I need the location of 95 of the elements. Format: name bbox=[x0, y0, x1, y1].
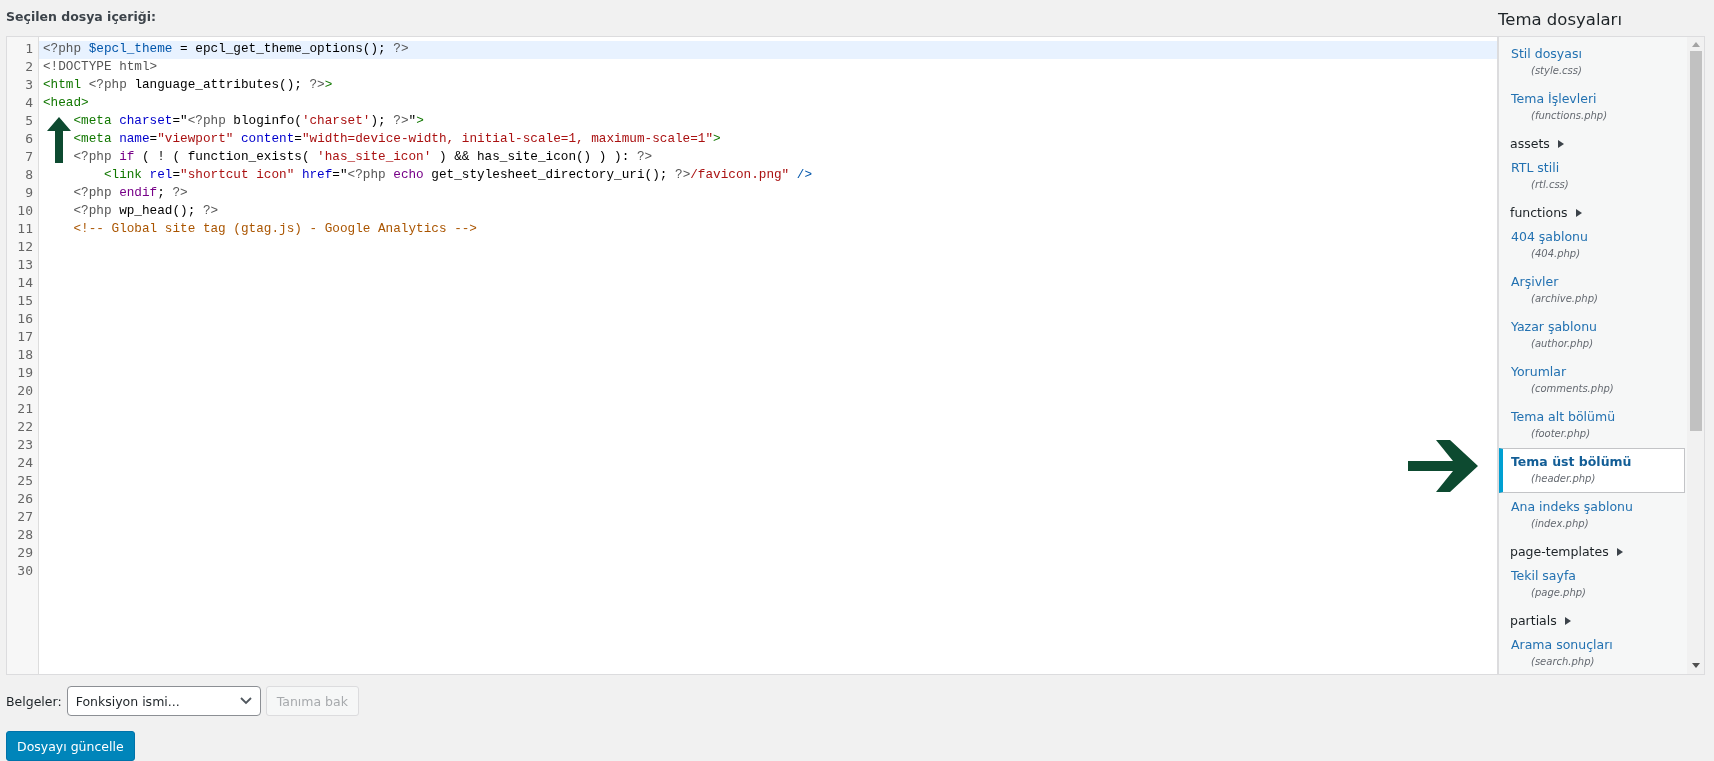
file-name: (comments.php) bbox=[1530, 382, 1615, 396]
code-line: <?php if ( ! ( function_exists( 'has_site_icon' ) && has_site_icon() ) ): ?> bbox=[72, 149, 654, 166]
expand-triangle-icon[interactable] bbox=[1575, 208, 1582, 217]
code-line: <?php wp_head(); ?> bbox=[72, 203, 220, 220]
folder-item[interactable]: page-templates bbox=[1510, 543, 1609, 560]
line-number: 4 bbox=[24, 95, 34, 112]
file-name: (index.php) bbox=[1530, 517, 1590, 531]
scroll-down-icon[interactable] bbox=[1691, 663, 1700, 668]
line-number: 17 bbox=[16, 329, 34, 346]
file-item[interactable]: Stil dosyası (style.css) bbox=[1499, 40, 1685, 85]
line-number: 2 bbox=[24, 59, 34, 76]
file-item[interactable]: Arama sonuçları (search.php) bbox=[1499, 631, 1685, 674]
file-item[interactable]: Arşivler (archive.php) bbox=[1499, 268, 1685, 313]
line-number: 28 bbox=[16, 527, 34, 544]
file-name: (archive.php) bbox=[1530, 292, 1599, 306]
folder-item[interactable]: functions bbox=[1510, 204, 1568, 221]
section-label: Seçilen dosya içeriği: bbox=[6, 8, 157, 26]
sidebar-title: Tema dosyaları bbox=[1498, 9, 1623, 31]
file-title: Yazar şablonu bbox=[1511, 318, 1598, 335]
line-number: 15 bbox=[16, 293, 34, 310]
file-name: (search.php) bbox=[1530, 655, 1596, 669]
line-number: 19 bbox=[16, 365, 34, 382]
line-number: 23 bbox=[16, 437, 34, 454]
file-name: (footer.php) bbox=[1530, 427, 1592, 441]
file-title: Tema alt bölümü bbox=[1511, 408, 1617, 425]
file-name: (header.php) bbox=[1530, 472, 1597, 486]
line-number: 18 bbox=[16, 347, 34, 364]
file-item[interactable]: Yorumlar (comments.php) bbox=[1499, 358, 1685, 403]
code-line: <meta name="viewport" content="width=device-width, initial-scale=1, maximum-scale=1"> bbox=[72, 131, 722, 148]
line-number: 22 bbox=[16, 419, 34, 436]
field-label: Belgeler: bbox=[6, 693, 62, 709]
file-name: (functions.php) bbox=[1530, 109, 1609, 123]
expand-triangle-icon[interactable] bbox=[1616, 547, 1623, 556]
scrollbar-thumb[interactable] bbox=[1689, 51, 1702, 431]
file-title: Stil dosyası bbox=[1511, 45, 1583, 62]
file-item[interactable]: Tema İşlevleri (functions.php) bbox=[1499, 85, 1685, 130]
file-title: Ana indeks şablonu bbox=[1511, 498, 1634, 515]
line-number: 9 bbox=[24, 185, 34, 202]
line-number: 12 bbox=[16, 239, 34, 256]
file-item[interactable]: Tekil sayfa (page.php) bbox=[1499, 562, 1685, 607]
line-number: 7 bbox=[24, 149, 34, 166]
file-item[interactable]: Tema alt bölümü (footer.php) bbox=[1499, 403, 1685, 448]
file-title: Arşivler bbox=[1511, 273, 1560, 290]
line-number: 20 bbox=[16, 383, 34, 400]
line-number: 6 bbox=[24, 131, 34, 148]
line-number: 8 bbox=[24, 167, 34, 184]
code-line: <meta charset="<?php bloginfo('charset'); ?>"> bbox=[72, 113, 425, 130]
line-number: 13 bbox=[16, 257, 34, 274]
function-select[interactable]: Fonksiyon ismi... bbox=[66, 686, 261, 716]
chevron-down-icon bbox=[239, 697, 252, 705]
line-number: 14 bbox=[16, 275, 34, 292]
file-name: (404.php) bbox=[1530, 247, 1582, 261]
code-line: <?php endif; ?> bbox=[72, 185, 189, 202]
file-title: Tema İşlevleri bbox=[1511, 90, 1598, 107]
code-line: <head> bbox=[42, 95, 90, 112]
file-name: (page.php) bbox=[1530, 586, 1587, 600]
update-file-button[interactable]: Dosyayı güncelle bbox=[6, 731, 135, 761]
line-number: 30 bbox=[16, 563, 34, 580]
line-number: 10 bbox=[16, 203, 34, 220]
file-title: Tema üst bölümü bbox=[1511, 453, 1633, 470]
file-name: (rtl.css) bbox=[1530, 178, 1570, 192]
line-number: 25 bbox=[16, 473, 34, 490]
file-name: (style.css) bbox=[1530, 64, 1583, 78]
right-arrow-icon bbox=[1408, 440, 1478, 492]
line-number: 26 bbox=[16, 491, 34, 508]
file-title: RTL stili bbox=[1511, 159, 1561, 176]
file-title: Tekil sayfa bbox=[1511, 567, 1577, 584]
file-item[interactable]: Yazar şablonu (author.php) bbox=[1499, 313, 1685, 358]
file-title: Arama sonuçları bbox=[1511, 636, 1614, 653]
line-number: 3 bbox=[24, 77, 34, 94]
line-number: 1 bbox=[24, 41, 34, 58]
folder-item[interactable]: assets bbox=[1510, 135, 1550, 152]
file-item[interactable]: RTL stili (rtl.css) bbox=[1499, 154, 1685, 199]
expand-triangle-icon[interactable] bbox=[1564, 616, 1571, 625]
scrollbar[interactable] bbox=[1687, 37, 1704, 674]
code-line: <!-- Global site tag (gtag.js) - Google Analytics --> bbox=[72, 221, 478, 238]
code-line: <link rel="shortcut icon" href="<?php echo get_stylesheet_directory_uri(); ?>/favicon.png" /> bbox=[102, 167, 814, 184]
file-title: Yorumlar bbox=[1511, 363, 1568, 380]
file-title: 404 şablonu bbox=[1511, 228, 1589, 245]
line-number: 5 bbox=[24, 113, 34, 130]
file-item[interactable]: 404 şablonu (404.php) bbox=[1499, 223, 1685, 268]
folder-item[interactable]: partials bbox=[1510, 612, 1557, 629]
line-number: 24 bbox=[16, 455, 34, 472]
line-number: 27 bbox=[16, 509, 34, 526]
up-arrow-icon bbox=[47, 117, 71, 163]
code-line: <html <?php language_attributes(); ?>> bbox=[42, 77, 334, 94]
line-number: 16 bbox=[16, 311, 34, 328]
file-item[interactable]: Ana indeks şablonu (index.php) bbox=[1499, 493, 1685, 538]
line-number: 29 bbox=[16, 545, 34, 562]
line-number: 21 bbox=[16, 401, 34, 418]
file-name: (author.php) bbox=[1530, 337, 1595, 351]
expand-triangle-icon[interactable] bbox=[1557, 139, 1564, 148]
code-line: <!DOCTYPE html> bbox=[42, 59, 159, 76]
file-item[interactable]: Tema üst bölümü (header.php) bbox=[1499, 448, 1685, 493]
line-number: 11 bbox=[16, 221, 34, 238]
